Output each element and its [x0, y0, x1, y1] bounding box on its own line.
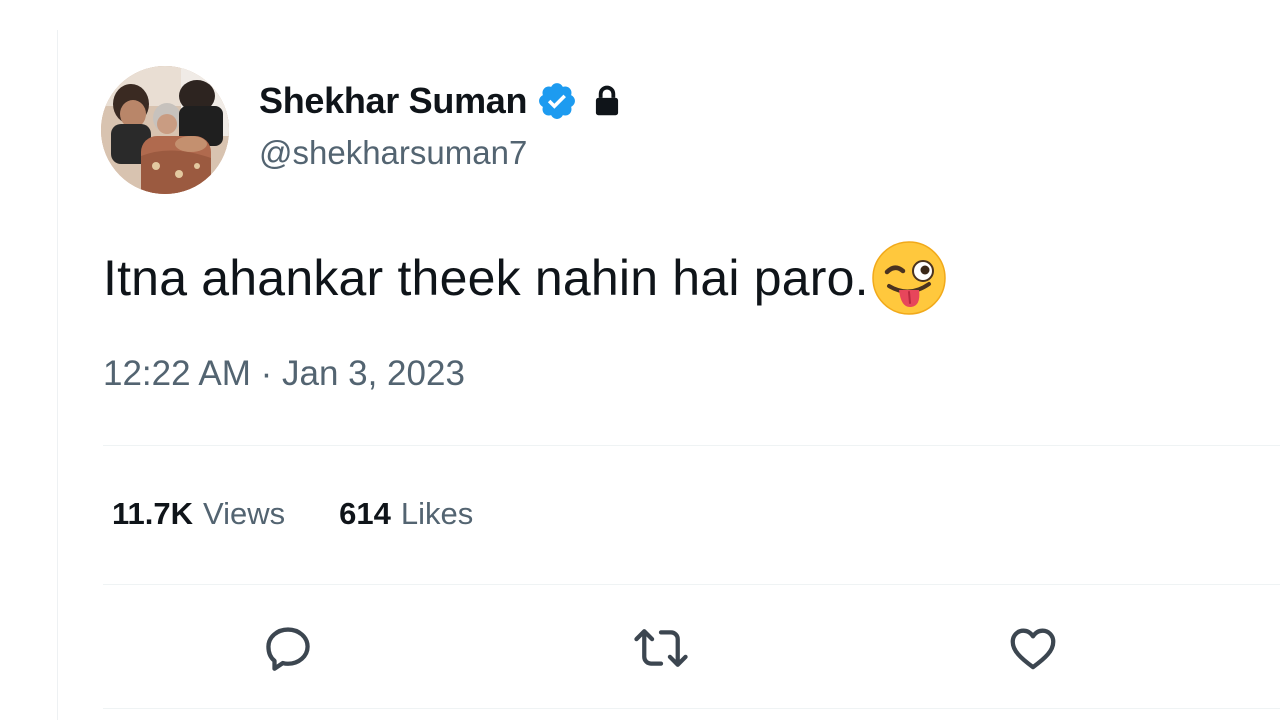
tweet-actions [0, 620, 1280, 676]
reply-icon [266, 627, 310, 671]
likes-stat[interactable]: 614 Likes [339, 496, 473, 532]
divider-middle [103, 584, 1280, 585]
tweet-stats: 11.7K Views 614 Likes [112, 496, 527, 532]
views-count: 11.7K [112, 496, 194, 531]
timeline-border [57, 30, 58, 720]
lock-icon [588, 82, 626, 120]
profile-photo [101, 66, 229, 194]
retweet-button[interactable] [631, 620, 691, 676]
tweet-text: Itna ahankar theek nahin hai paro. [103, 240, 947, 316]
winking-face-with-tongue-emoji-icon [871, 240, 947, 316]
tweet-card: Shekhar Suman @shekharsuman7 Itna ahanka… [0, 0, 1280, 720]
author-display-name[interactable]: Shekhar Suman [259, 80, 528, 122]
like-button[interactable] [1003, 620, 1063, 676]
author-name-row: Shekhar Suman [259, 78, 626, 124]
divider-bottom [103, 708, 1280, 709]
likes-label: Likes [400, 496, 474, 531]
tweet-timestamp[interactable]: 12:22 AM · Jan 3, 2023 [103, 354, 465, 394]
views-stat[interactable]: 11.7K Views [112, 496, 285, 532]
reply-button[interactable] [258, 620, 318, 676]
heart-icon [1010, 628, 1056, 670]
avatar[interactable] [101, 66, 229, 194]
verified-badge-icon [536, 80, 578, 122]
views-label: Views [203, 496, 286, 531]
retweet-icon [634, 629, 688, 667]
tweet-text-content: Itna ahankar theek nahin hai paro. [103, 250, 869, 306]
divider-top [103, 445, 1280, 446]
author-handle[interactable]: @shekharsuman7 [259, 134, 527, 172]
likes-count: 614 [339, 496, 391, 531]
